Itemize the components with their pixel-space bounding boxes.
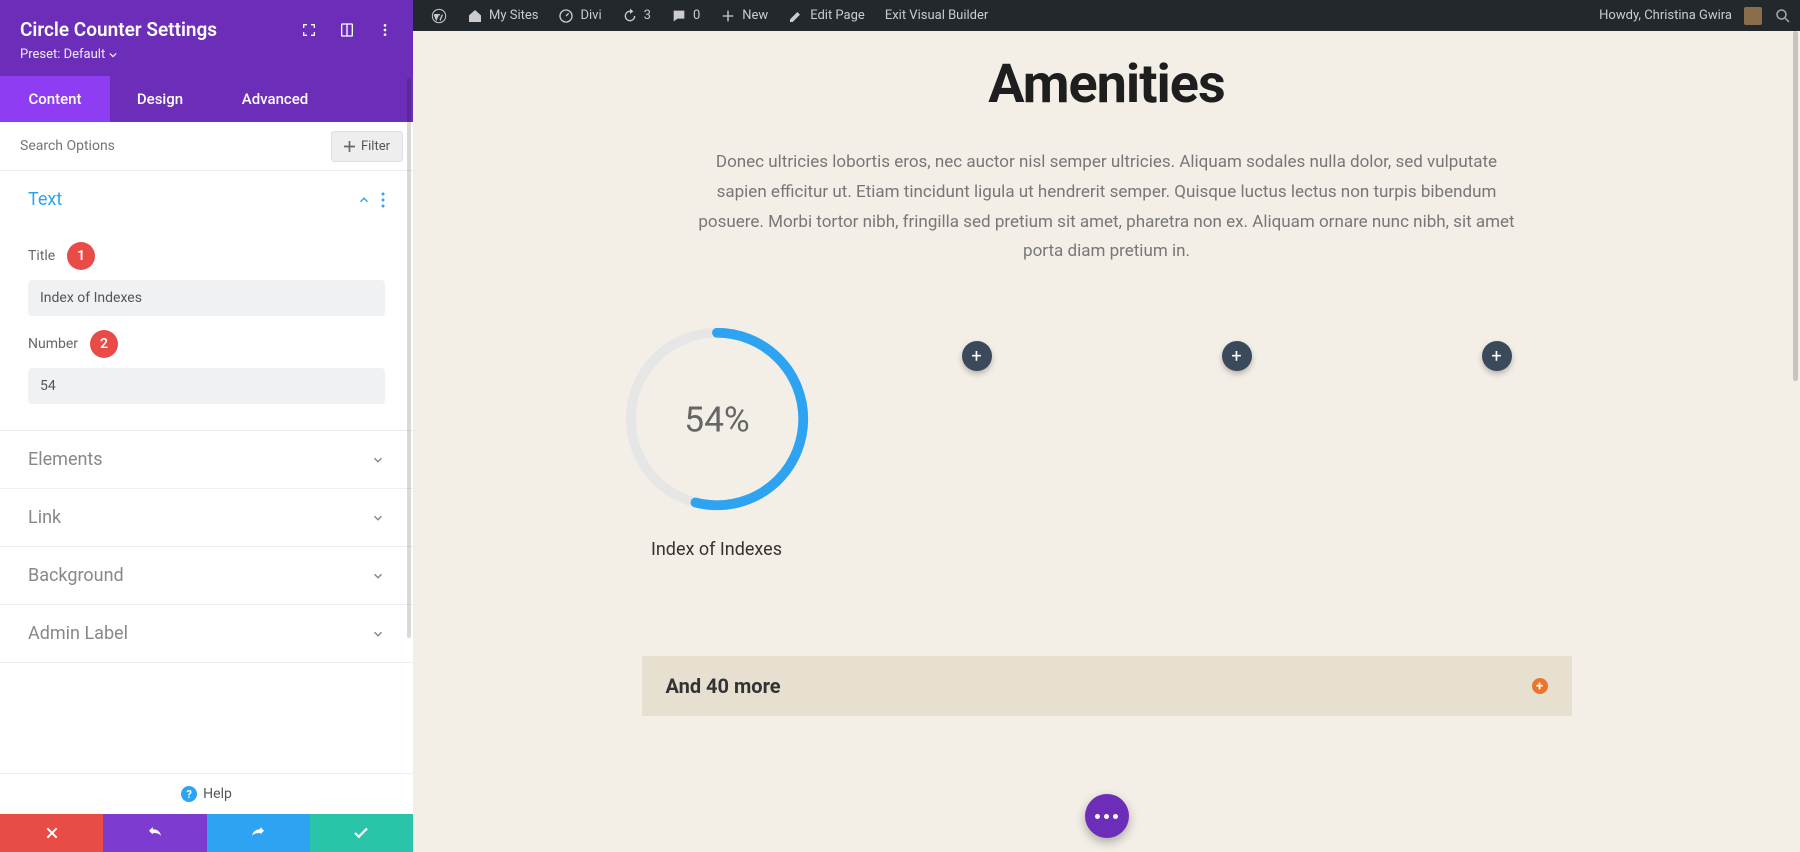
exit-visual-builder[interactable]: Exit Visual Builder [875,0,998,31]
counter-row: 54% Index of Indexes + + + [617,321,1597,560]
add-module-button[interactable]: + [1482,341,1512,371]
refresh-icon [622,8,638,24]
help-row[interactable]: ? Help [0,773,413,814]
new-menu[interactable]: New [710,0,778,31]
title-input[interactable] [28,280,385,316]
page-canvas: Amenities Donec ultricies lobortis eros,… [413,31,1800,852]
updates-menu[interactable]: 3 [612,0,661,31]
annotation-badge-2: 2 [90,330,118,358]
plus-circle-icon: + [1532,678,1548,694]
main-area: My Sites Divi 3 0 New Edit Page [413,0,1800,852]
kebab-icon[interactable] [377,22,393,38]
accordion-toggle[interactable]: And 40 more + [642,656,1572,716]
tab-advanced[interactable]: Advanced [210,76,340,122]
section-text: Text Title 1 Number 2 [0,171,413,431]
preset-dropdown[interactable]: Preset: Default [20,47,301,62]
empty-column-4: + [1397,321,1597,371]
chevron-down-icon [371,627,385,641]
chevron-up-icon [357,193,371,207]
section-elements: Elements [0,431,413,489]
builder-fab[interactable] [1085,794,1129,838]
counter-column-1: 54% Index of Indexes [617,321,817,560]
section-text-header[interactable]: Text [0,171,413,228]
section-text-content: Title 1 Number 2 [0,242,413,430]
check-icon [352,824,370,842]
tab-content[interactable]: Content [0,76,110,122]
circle-label: Index of Indexes [651,539,782,560]
circle-counter-svg: 54% [619,321,815,517]
house-icon [467,8,483,24]
tab-design[interactable]: Design [110,76,210,122]
wp-logo[interactable] [421,0,457,31]
sidebar-scrollbar[interactable] [407,78,411,638]
close-icon [44,825,60,841]
undo-button[interactable] [103,814,206,852]
number-field-label: Number 2 [28,330,385,358]
module-title: Circle Counter Settings [20,18,301,41]
cancel-button[interactable] [0,814,103,852]
number-input[interactable] [28,368,385,404]
page-heading: Amenities [413,53,1800,116]
chevron-down-icon [371,453,385,467]
add-module-button[interactable]: + [962,341,992,371]
help-icon: ? [181,786,197,802]
sidebar-header: Circle Counter Settings Preset: Default [0,0,413,76]
edit-page-menu[interactable]: Edit Page [778,0,875,31]
kebab-icon[interactable] [381,192,385,208]
chevron-down-icon [371,569,385,583]
chevron-down-icon [371,511,385,525]
section-background: Background [0,547,413,605]
empty-column-3: + [1137,321,1337,371]
avatar[interactable] [1744,7,1762,25]
redo-icon [249,824,267,842]
comments-menu[interactable]: 0 [661,0,710,31]
gauge-icon [558,8,574,24]
circle-counter[interactable]: 54% Index of Indexes [619,321,815,560]
settings-tabs: Content Design Advanced [0,76,413,122]
expand-icon[interactable] [301,22,317,38]
search-icon[interactable] [1774,7,1792,25]
section-background-header[interactable]: Background [0,547,413,604]
title-field-label: Title 1 [28,242,385,270]
add-module-button[interactable]: + [1222,341,1252,371]
save-button[interactable] [310,814,413,852]
section-link-header[interactable]: Link [0,489,413,546]
pencil-icon [788,8,804,24]
section-link: Link [0,489,413,547]
filter-button[interactable]: Filter [331,131,403,162]
main-scrollbar[interactable] [1793,31,1798,381]
redo-button[interactable] [207,814,310,852]
section-admin-label-header[interactable]: Admin Label [0,605,413,662]
my-sites-menu[interactable]: My Sites [457,0,548,31]
site-menu[interactable]: Divi [548,0,611,31]
empty-column-2: + [877,321,1077,371]
dots-icon [1095,814,1118,819]
search-row: Filter [0,122,413,171]
page-paragraph: Donec ultricies lobortis eros, nec aucto… [697,148,1517,267]
wordpress-icon [431,8,447,24]
plus-icon [344,141,355,152]
circle-percent-text: 54% [684,399,749,441]
search-input[interactable] [10,130,323,162]
comment-icon [671,8,687,24]
section-admin-label: Admin Label [0,605,413,663]
annotation-badge-1: 1 [67,242,95,270]
settings-sidebar: Circle Counter Settings Preset: Default … [0,0,413,852]
responsive-icon[interactable] [339,22,355,38]
undo-icon [146,824,164,842]
section-elements-header[interactable]: Elements [0,431,413,488]
wp-admin-bar: My Sites Divi 3 0 New Edit Page [413,0,1800,31]
action-bar [0,814,413,852]
caret-down-icon [109,51,117,59]
plus-icon [720,8,736,24]
howdy-user[interactable]: Howdy, Christina Gwira [1599,8,1732,23]
panel-body: Text Title 1 Number 2 [0,171,413,773]
